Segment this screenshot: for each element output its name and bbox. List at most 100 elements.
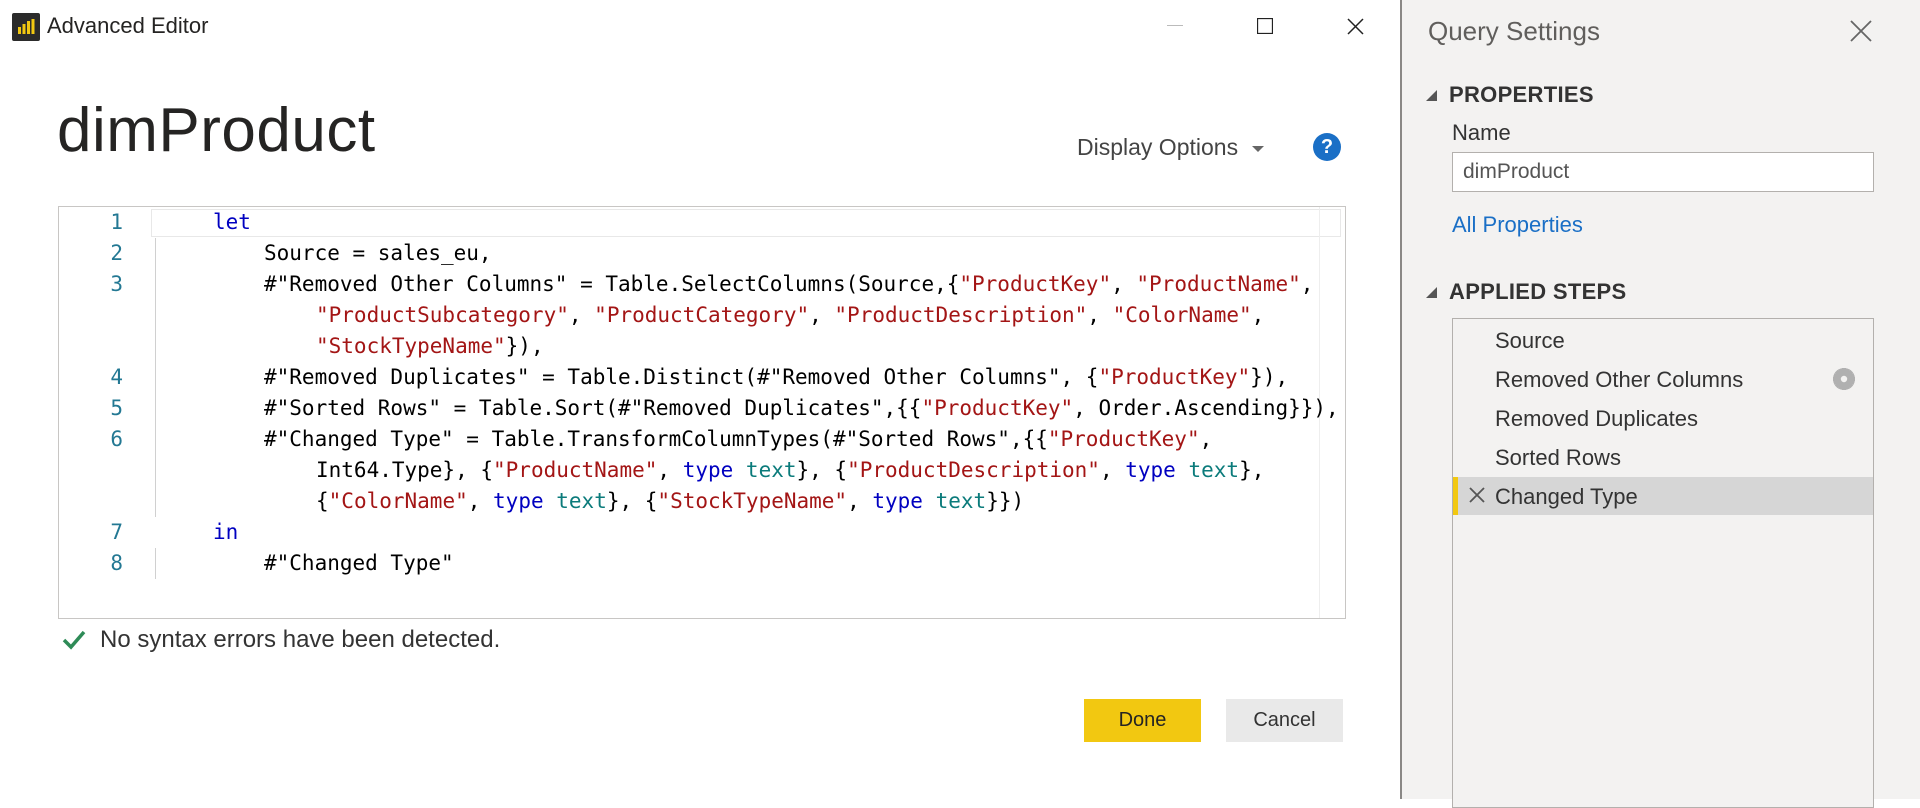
- cancel-button[interactable]: Cancel: [1226, 699, 1343, 742]
- close-button[interactable]: [1310, 0, 1400, 52]
- code-token: let: [213, 210, 251, 234]
- question-icon[interactable]: ?: [1313, 133, 1341, 161]
- power-bi-icon: [12, 13, 40, 41]
- maximize-button[interactable]: [1220, 0, 1310, 52]
- code-token: "ProductKey": [959, 272, 1112, 296]
- code-token: ,: [1300, 272, 1314, 296]
- code-token: in: [213, 520, 239, 544]
- applied-steps-header-label: APPLIED STEPS: [1449, 279, 1627, 304]
- code-token: "ProductName": [493, 458, 658, 482]
- code-text: let: [213, 210, 251, 234]
- query-settings-title: Query Settings: [1428, 16, 1600, 46]
- title-bar: Advanced Editor: [0, 0, 1400, 52]
- code-token: }, {: [796, 458, 848, 482]
- code-token: Source = sales_eu,: [264, 241, 492, 265]
- code-token: ,: [467, 489, 494, 513]
- code-text: #"Removed Duplicates" = Table.Distinct(#…: [264, 365, 1288, 389]
- code-token: type: [682, 458, 734, 482]
- applied-step[interactable]: Changed Type: [1453, 477, 1873, 515]
- gear-icon[interactable]: [1833, 368, 1855, 390]
- applied-step-label: Removed Other Columns: [1495, 367, 1744, 392]
- delete-step-icon[interactable]: [1468, 486, 1486, 504]
- code-token: "ProductKey": [1047, 427, 1200, 451]
- code-token: #"Changed Type" = Table.TransformColumnT…: [264, 427, 1048, 451]
- code-token: }, {: [606, 489, 658, 513]
- close-pane-button[interactable]: [1848, 18, 1876, 46]
- code-token: ,: [847, 489, 873, 513]
- code-token: "ProductSubcategory": [316, 303, 569, 327]
- applied-step[interactable]: Removed Duplicates: [1453, 399, 1873, 437]
- code-text: #"Removed Other Columns" = Table.SelectC…: [264, 272, 1313, 296]
- code-token: "ProductDescription": [834, 303, 1088, 327]
- code-token: text: [745, 458, 797, 482]
- code-token: ,: [1251, 303, 1265, 327]
- applied-step-label: Changed Type: [1495, 484, 1638, 509]
- applied-step[interactable]: Removed Other Columns: [1453, 360, 1873, 398]
- checkmark-icon: [62, 630, 86, 650]
- code-token: text: [556, 489, 607, 513]
- line-number: 2: [110, 241, 123, 265]
- code-token: },: [1239, 458, 1265, 482]
- code-token: , Order.Ascending}}),: [1073, 396, 1339, 420]
- display-options-label: Display Options: [1077, 134, 1239, 160]
- code-token: type: [872, 489, 923, 513]
- minimize-button[interactable]: [1130, 0, 1220, 52]
- applied-steps-section-header[interactable]: APPLIED STEPS: [1426, 279, 1627, 305]
- line-number: 6: [110, 427, 123, 451]
- code-token: type: [1125, 458, 1176, 482]
- applied-step-label: Removed Duplicates: [1495, 406, 1698, 431]
- line-number: 7: [110, 520, 123, 544]
- indent-guide: [155, 238, 156, 517]
- properties-section-header[interactable]: PROPERTIES: [1426, 82, 1594, 108]
- code-token: text: [935, 489, 987, 513]
- code-token: ,: [1111, 272, 1137, 296]
- line-number: 5: [110, 396, 123, 420]
- line-number: 3: [110, 272, 123, 296]
- code-token: "ProductDescription": [847, 458, 1100, 482]
- current-line-highlight: [151, 209, 1341, 237]
- advanced-editor-window: Advanced Editor dimProduct Display Optio…: [0, 0, 1400, 799]
- code-token: ,: [568, 303, 595, 327]
- code-token: Int64.Type}, {: [316, 458, 494, 482]
- code-token: text: [1188, 458, 1240, 482]
- applied-step-label: Source: [1495, 328, 1565, 353]
- code-token: "StockTypeName": [657, 489, 848, 513]
- collapse-triangle-icon: [1426, 89, 1437, 101]
- code-token: ,: [1099, 458, 1126, 482]
- properties-header-label: PROPERTIES: [1449, 82, 1594, 107]
- code-token: "ProductKey": [921, 396, 1074, 420]
- code-token: {: [316, 489, 329, 513]
- code-token: "ProductCategory": [594, 303, 810, 327]
- code-token: type: [493, 489, 544, 513]
- code-editor[interactable]: 1 let 2 Source = sales_eu, 3 #"Removed Other …: [58, 206, 1346, 619]
- query-name-heading: dimProduct: [57, 96, 376, 165]
- display-options-dropdown[interactable]: Display Options: [1077, 134, 1265, 161]
- applied-step-label: Sorted Rows: [1495, 445, 1621, 470]
- applied-step[interactable]: Sorted Rows: [1453, 438, 1873, 476]
- code-text: {"ColorName", type text}, {"StockTypeNam…: [316, 489, 1024, 513]
- code-token: ,: [1087, 303, 1113, 327]
- code-text: in: [213, 520, 238, 544]
- line-number: 8: [110, 551, 123, 575]
- code-token: #"Removed Other Columns" = Table.SelectC…: [264, 272, 960, 296]
- code-token: "StockTypeName": [316, 334, 506, 358]
- all-properties-link[interactable]: All Properties: [1452, 212, 1583, 238]
- query-name-input[interactable]: [1452, 152, 1874, 192]
- code-token: }),: [1250, 365, 1289, 389]
- line-number: 4: [110, 365, 123, 389]
- code-text: #"Sorted Rows" = Table.Sort(#"Removed Du…: [264, 396, 1339, 420]
- code-token: ,: [809, 303, 835, 327]
- code-text: Source = sales_eu,: [264, 241, 492, 265]
- done-button[interactable]: Done: [1084, 699, 1201, 742]
- code-token: "ProductName": [1136, 272, 1301, 296]
- applied-step[interactable]: Source: [1453, 321, 1873, 359]
- code-token: "ProductKey": [1098, 365, 1251, 389]
- name-label: Name: [1452, 120, 1511, 145]
- syntax-status-text: No syntax errors have been detected.: [100, 626, 501, 653]
- code-text: "StockTypeName"}),: [316, 334, 544, 358]
- syntax-status: No syntax errors have been detected.: [62, 626, 500, 654]
- code-token: #"Changed Type": [264, 551, 454, 575]
- indent-guide: [155, 548, 156, 579]
